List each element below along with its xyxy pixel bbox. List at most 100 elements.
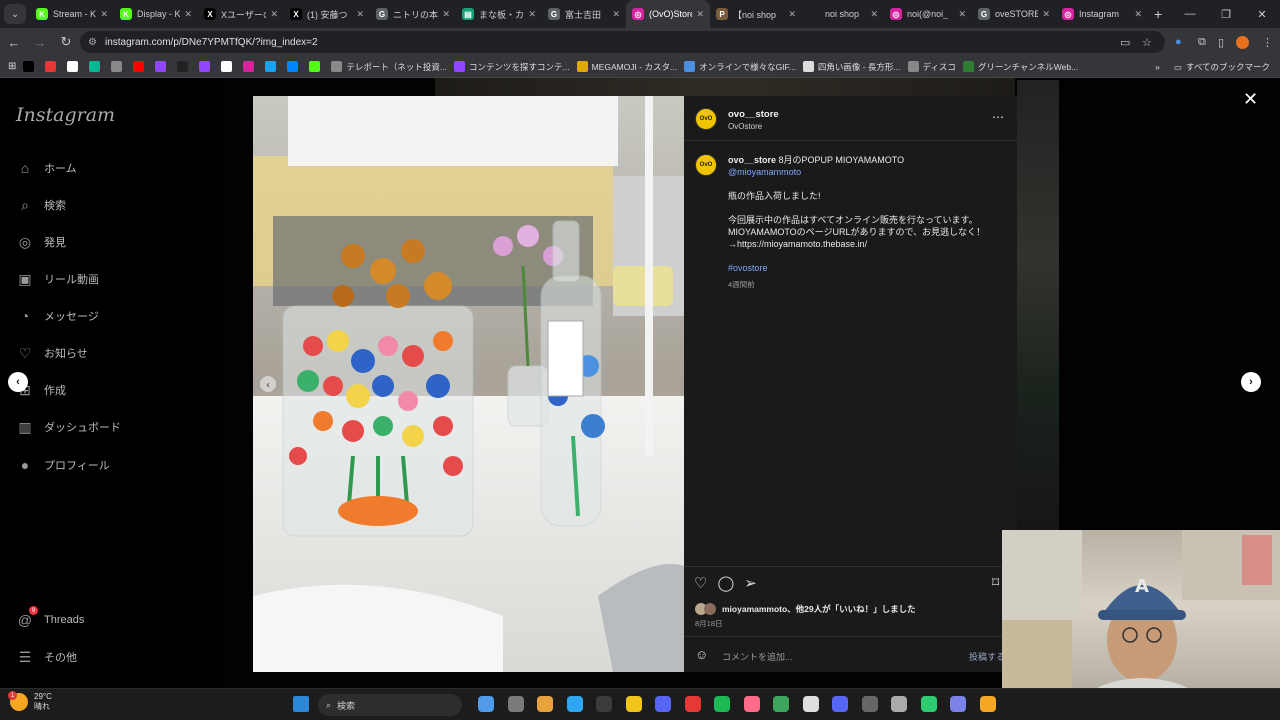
bookmark-item[interactable] [89, 61, 104, 72]
hashtag-link[interactable]: #ovostore [728, 262, 768, 274]
author-avatar[interactable]: OvO [695, 108, 717, 130]
bookmark-item[interactable] [155, 61, 170, 72]
author-username[interactable]: ovo__store [728, 109, 779, 120]
taskbar-app-icon[interactable] [861, 696, 878, 712]
share-icon[interactable]: ➢ [744, 574, 757, 592]
sidebar-item[interactable]: ▥ ダッシュボード [16, 415, 121, 439]
profile-avatar[interactable] [1236, 28, 1249, 56]
tab-close-icon[interactable]: ✕ [356, 9, 364, 20]
instagram-logo[interactable]: Instagram [16, 104, 115, 126]
bookmark-item[interactable]: グリーンチャンネルWeb... [962, 61, 1078, 73]
caption-url[interactable]: →https://mioyamamoto.thebase.in/ [728, 238, 867, 250]
mention-link[interactable]: @mioyamammoto [728, 166, 801, 178]
taskbar-app-icon[interactable] [950, 696, 966, 712]
taskbar-app-icon[interactable] [832, 696, 848, 712]
forward-icon[interactable]: → [28, 30, 52, 54]
tab-close-icon[interactable]: ✕ [270, 9, 278, 20]
tab-close-icon[interactable]: ✕ [696, 9, 704, 20]
taskbar-app-icon[interactable] [920, 696, 937, 712]
taskbar-app-icon[interactable] [625, 696, 642, 712]
close-modal-icon[interactable]: ✕ [1243, 89, 1258, 110]
sidebar-item[interactable]: ⌂ ホーム [16, 156, 77, 180]
all-bookmarks-link[interactable]: すべてのブックマーク [1186, 61, 1270, 73]
browser-tab[interactable]: X (1) 安藤つ ✕ [284, 0, 370, 28]
bookmark-item[interactable] [265, 61, 280, 72]
taskbar-app-icon[interactable] [537, 696, 553, 712]
caption-avatar[interactable]: OvO [695, 154, 717, 176]
bookmark-item[interactable] [221, 61, 236, 72]
sidebar-item-more[interactable]: ☰ その他 [16, 645, 77, 669]
post-comment-button[interactable]: 投稿する [969, 650, 1005, 663]
tab-close-icon[interactable]: ✕ [1134, 9, 1142, 20]
extension-icon[interactable]: ● [1175, 28, 1182, 56]
taskbar-app-icon[interactable] [979, 696, 996, 712]
bookmark-item[interactable] [287, 61, 302, 72]
bookmark-item[interactable]: MEGAMOJI - カスタ... [576, 61, 677, 73]
caption-username[interactable]: ovo__store [728, 155, 776, 165]
bookmark-item[interactable] [133, 61, 148, 72]
tab-close-icon[interactable]: ✕ [870, 9, 878, 20]
like-heart-icon[interactable]: ♡ [694, 574, 707, 592]
bookmark-item[interactable] [111, 61, 126, 72]
taskbar-app-icon[interactable] [802, 696, 819, 712]
sidebar-item-threads[interactable]: @9 Threads [16, 606, 84, 632]
back-icon[interactable]: ← [2, 30, 26, 54]
author-subtitle[interactable]: OvOstore [728, 122, 762, 131]
save-bookmark-icon[interactable]: ⌑ [992, 574, 999, 591]
bookmark-item[interactable] [23, 61, 38, 72]
comment-icon[interactable]: ◯ [717, 574, 734, 592]
tab-close-icon[interactable]: ✕ [612, 9, 620, 20]
sidebar-item[interactable]: ◔ メッセージ [16, 304, 99, 328]
tab-close-icon[interactable]: ✕ [184, 9, 192, 20]
tab-close-icon[interactable]: ✕ [1042, 9, 1050, 20]
post-photo[interactable]: ‹ [253, 96, 684, 672]
tab-close-icon[interactable]: ✕ [528, 9, 536, 20]
emoji-icon[interactable]: ☺ [695, 647, 708, 662]
browser-tab[interactable]: X Xユーザーの ✕ [198, 0, 284, 28]
taskbar-search-box[interactable]: ⌕ 検索 [318, 694, 462, 716]
tab-close-icon[interactable]: ✕ [442, 9, 450, 20]
sidebar-item[interactable]: ♡ お知らせ [16, 341, 88, 365]
cast-icon[interactable]: ▭ [1120, 28, 1130, 56]
tab-close-icon[interactable]: ✕ [100, 9, 108, 20]
bookmark-item[interactable]: オンラインで様々なGIF... [684, 61, 796, 73]
browser-tab[interactable]: K Display - K ✕ [114, 0, 198, 28]
browser-tab[interactable]: P 【noi shop ✕ [710, 0, 802, 28]
browser-tab[interactable]: GoveSTORE ✕ [972, 0, 1056, 28]
browser-tab[interactable]: noi shop ✕ [802, 0, 884, 28]
sidepanel-icon[interactable]: ▯ [1218, 28, 1224, 56]
windows-start-icon[interactable] [293, 696, 309, 712]
bookmark-item[interactable] [199, 61, 214, 72]
site-info-icon[interactable]: ⚙ [88, 37, 97, 48]
menu-kebab-icon[interactable]: ⋮ [1262, 28, 1273, 56]
browser-tab[interactable]: ◎ noi(@noi_ ✕ [884, 0, 972, 28]
browser-tab[interactable]: G 富士吉田 ✕ [542, 0, 626, 28]
bookmark-item[interactable] [177, 61, 192, 72]
extensions-puzzle-icon[interactable]: ⧉ [1198, 28, 1206, 56]
bookmark-item[interactable] [67, 61, 82, 72]
bookmarks-overflow-icon[interactable]: » [1155, 62, 1160, 72]
browser-tab[interactable]: ▤ まな板・カッ✕ [456, 0, 542, 28]
liker-avatars[interactable] [695, 603, 719, 615]
new-tab-button[interactable]: + [1154, 6, 1162, 22]
likes-summary[interactable]: mioyamammoto、他29人が「いいね！」しました [722, 603, 916, 615]
taskbar-app-icon[interactable] [684, 696, 701, 712]
minimize-icon[interactable]: — [1172, 0, 1208, 28]
bookmark-item[interactable]: 四角い画像 - 長方形... [802, 61, 901, 73]
tab-close-icon[interactable]: ✕ [788, 9, 796, 20]
comment-input[interactable]: コメントを追加... [722, 650, 793, 663]
taskbar-app-icon[interactable] [507, 696, 524, 712]
bookmark-item[interactable]: ディスコ [907, 61, 956, 73]
next-post-arrow-icon[interactable]: › [1241, 372, 1261, 392]
sidebar-item[interactable]: ▣ リール動画 [16, 267, 99, 291]
taskbar-app-icon[interactable] [655, 696, 671, 712]
previous-post-arrow-icon[interactable]: ‹ [8, 372, 28, 392]
tab-close-icon[interactable]: ✕ [958, 9, 966, 20]
taskbar-app-icon[interactable] [596, 696, 612, 712]
browser-tab[interactable]: ◎ (OvO)Store ✕ [626, 0, 710, 28]
taskbar-app-icon[interactable] [743, 696, 760, 712]
sidebar-item[interactable]: ◎ 発見 [16, 230, 66, 254]
bookmark-item[interactable] [243, 61, 258, 72]
tab-search-icon[interactable]: ⌄ [4, 4, 26, 24]
weather-widget[interactable]: 1 29°C 晴れ [8, 691, 52, 712]
